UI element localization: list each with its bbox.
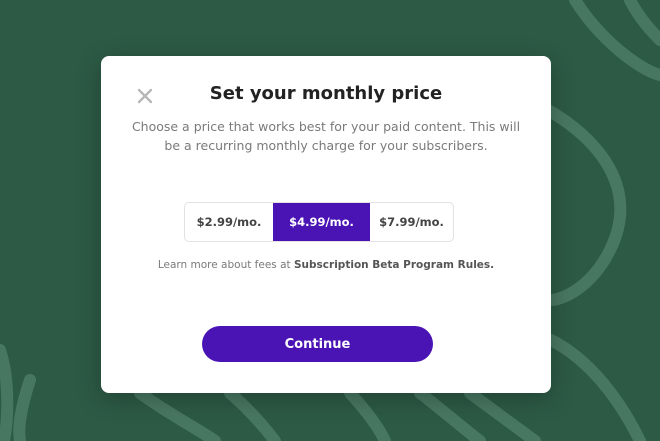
price-modal: Set your monthly price Choose a price th… (101, 56, 551, 393)
fees-note: Learn more about fees at Subscription Be… (101, 259, 551, 271)
fees-note-text: Learn more about fees at (157, 259, 294, 271)
page-background: Set your monthly price Choose a price th… (0, 0, 660, 441)
price-option-7-99[interactable]: $7.99/mo. (370, 203, 453, 241)
program-rules-link[interactable]: Subscription Beta Program Rules. (294, 259, 494, 271)
price-selector: $2.99/mo. $4.99/mo. $7.99/mo. (184, 202, 454, 242)
price-option-2-99[interactable]: $2.99/mo. (185, 203, 273, 241)
continue-button[interactable]: Continue (202, 326, 433, 362)
modal-title: Set your monthly price (209, 83, 443, 104)
modal-subtitle: Choose a price that works best for your … (131, 119, 521, 153)
price-option-4-99-selected[interactable]: $4.99/mo. (273, 203, 370, 241)
